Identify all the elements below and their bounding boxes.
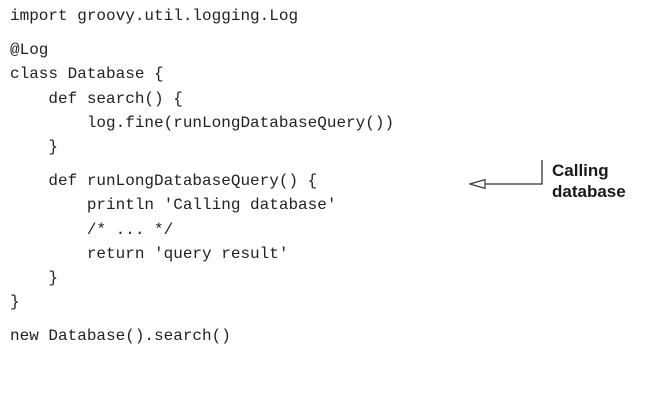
callout-arrowhead-icon: [467, 178, 486, 190]
annotation-line-1: Calling: [552, 161, 609, 180]
callout-leader-line: [485, 160, 543, 185]
callout-annotation: Calling database: [552, 160, 662, 202]
annotation-line-2: database: [552, 182, 626, 201]
